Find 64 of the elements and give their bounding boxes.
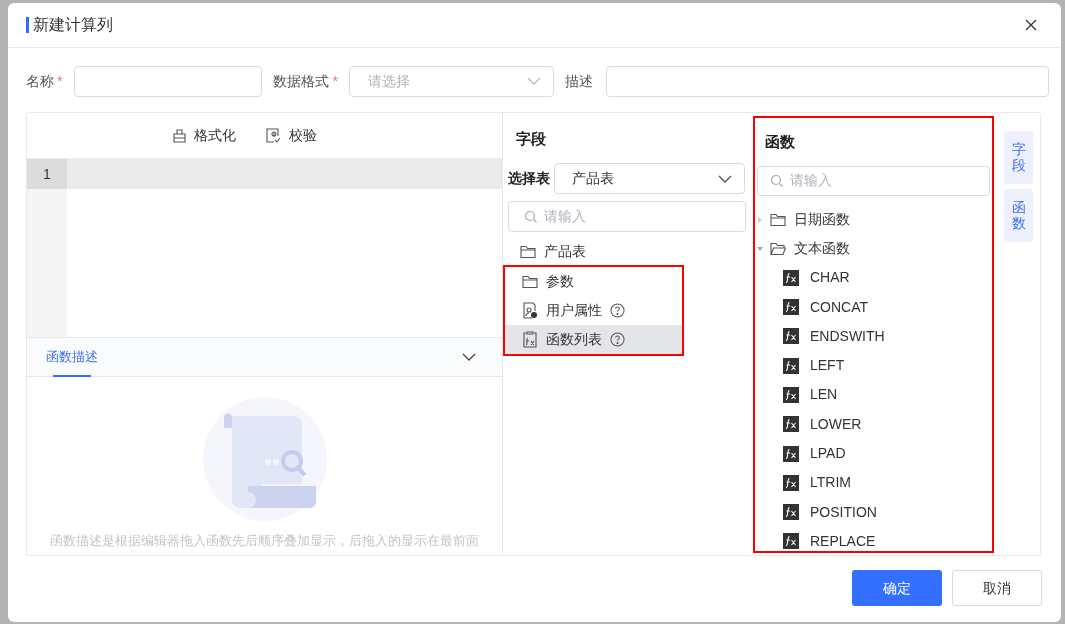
open-folder-icon (770, 241, 786, 256)
confirm-button[interactable]: 确定 (852, 570, 942, 606)
field-tree-item[interactable]: 产品表 (503, 237, 751, 266)
function-icon (783, 445, 799, 462)
line-number: 1 (27, 159, 67, 189)
function-item[interactable]: LPAD (755, 438, 992, 469)
function-icon (783, 386, 799, 403)
field-tree-item[interactable]: 函数列表 (505, 325, 682, 354)
table-select[interactable]: 产品表 (554, 163, 745, 194)
fields-title: 字段 (515, 129, 547, 149)
name-input[interactable] (74, 65, 263, 97)
function-item[interactable]: ENDSWITH (755, 321, 992, 351)
function-icon (783, 416, 799, 433)
title-accent-bar (26, 17, 29, 33)
description-label: 描述 (564, 71, 593, 91)
side-tab[interactable]: 字段 (1004, 131, 1033, 184)
function-item[interactable]: LOWER (755, 409, 992, 439)
name-label: 名称 (26, 71, 54, 91)
function-item[interactable]: CONCAT (755, 292, 992, 322)
function-clipboard-icon (522, 331, 538, 348)
function-description-tab[interactable]: 函数描述 (46, 338, 98, 376)
function-icon (783, 269, 799, 286)
format-button[interactable]: 格式化 (172, 125, 236, 146)
functions-title: 函数 (764, 132, 796, 152)
description-input[interactable] (605, 65, 1049, 97)
chevron-down-icon (718, 174, 732, 183)
function-icon (783, 357, 799, 374)
side-tab[interactable]: 函数 (1004, 189, 1033, 242)
caret-down-icon[interactable] (755, 245, 765, 252)
close-button[interactable] (1023, 17, 1039, 33)
folder-icon (520, 244, 536, 259)
user-document-icon (522, 302, 538, 319)
cancel-button[interactable]: 取消 (952, 570, 1042, 606)
function-item[interactable]: POSITION (755, 497, 992, 527)
folder-icon (770, 212, 786, 227)
help-icon[interactable] (610, 303, 625, 318)
dialog-title: 新建计算列 (33, 15, 113, 35)
format-label: 数据格式 (273, 71, 330, 91)
function-icon (783, 504, 799, 521)
required-mark: * (332, 71, 338, 91)
clipboard-icon (172, 128, 186, 143)
chevron-down-icon (526, 77, 541, 85)
field-tree-item[interactable]: 参数 (505, 267, 682, 296)
function-icon (783, 328, 799, 345)
field-tree-item[interactable]: 用户属性 (505, 296, 682, 325)
function-icon (783, 299, 799, 315)
search-icon (770, 173, 784, 188)
function-item[interactable]: REPLACE (755, 526, 992, 551)
function-icon (783, 533, 799, 550)
function-item[interactable]: CHAR (755, 263, 992, 293)
function-icon (783, 474, 799, 491)
folder-icon (522, 274, 538, 289)
function-group-item[interactable]: 文本函数 (755, 234, 992, 264)
validate-button[interactable]: 校验 (265, 125, 317, 146)
required-mark: * (57, 71, 63, 91)
function-item[interactable]: LEN (755, 380, 992, 410)
function-group-item[interactable]: 日期函数 (755, 205, 992, 235)
function-item[interactable]: LTRIM (755, 468, 992, 498)
function-item[interactable]: LEFT (755, 350, 992, 381)
help-icon[interactable] (610, 332, 625, 347)
document-check-icon (265, 128, 281, 143)
select-table-label: 选择表 (508, 169, 550, 188)
search-icon (524, 209, 538, 224)
chevron-down-icon (462, 353, 476, 361)
